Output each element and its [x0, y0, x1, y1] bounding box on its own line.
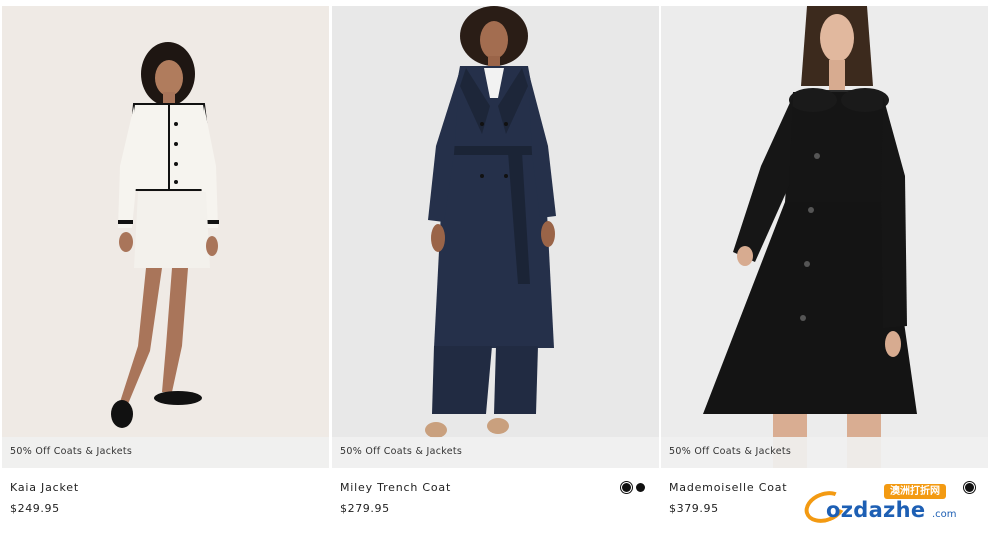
color-swatches — [622, 483, 645, 492]
product-image[interactable] — [2, 6, 329, 468]
product-name-link[interactable]: Miley Trench Coat — [340, 481, 451, 494]
product-name-link[interactable]: Mademoiselle Coat — [669, 481, 787, 494]
color-swatch[interactable] — [622, 483, 631, 492]
product-name-link[interactable]: Kaia Jacket — [10, 481, 79, 494]
product-price: $379.95 — [669, 502, 719, 515]
promo-label: 50% Off Coats & Jackets — [340, 446, 463, 457]
product-card[interactable]: 50% Off Coats & Jackets Kaia Jacket $249… — [2, 6, 329, 540]
model-white-tweed-jacket-skirt-icon — [111, 42, 219, 428]
watermark-brand: ozdazhe — [826, 498, 926, 522]
watermark-suffix: .com — [932, 509, 957, 520]
model-black-flared-coat-icon — [703, 6, 917, 468]
watermark-tag: 澳洲打折网 — [884, 484, 946, 499]
site-watermark: 澳洲打折网 ozdazhe .com — [800, 484, 974, 532]
product-card[interactable]: 50% Off Coats & Jackets Miley Trench Coa… — [332, 6, 659, 540]
promo-strip: 50% Off Coats & Jackets — [332, 437, 659, 468]
product-image[interactable] — [661, 6, 988, 468]
product-price: $279.95 — [340, 502, 390, 515]
product-price: $249.95 — [10, 502, 60, 515]
promo-label: 50% Off Coats & Jackets — [669, 446, 792, 457]
promo-strip: 50% Off Coats & Jackets — [2, 437, 329, 468]
product-image[interactable] — [332, 6, 659, 468]
color-swatch[interactable] — [636, 483, 645, 492]
product-grid: 50% Off Coats & Jackets Kaia Jacket $249… — [0, 0, 988, 540]
model-navy-trench-coat-icon — [425, 6, 556, 438]
product-card[interactable]: 50% Off Coats & Jackets Mademoiselle Coa… — [661, 6, 988, 540]
promo-strip: 50% Off Coats & Jackets — [661, 437, 988, 468]
promo-label: 50% Off Coats & Jackets — [10, 446, 133, 457]
